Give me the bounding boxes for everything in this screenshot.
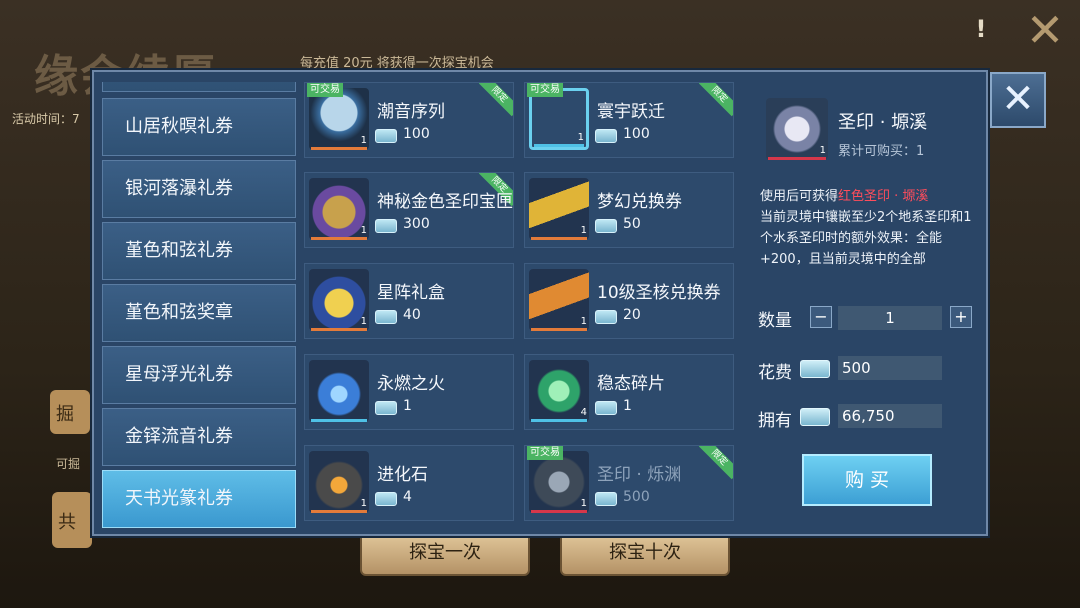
ticket-icon xyxy=(595,129,617,143)
sidebar-item-0[interactable] xyxy=(102,82,296,92)
purchase-limit: 累计可购买：1 xyxy=(838,144,925,159)
limited-badge: 限定 xyxy=(479,83,513,117)
cost-value: 500 xyxy=(838,356,942,380)
sidebar-item-jinse-medal[interactable]: 堇色和弦奖章 xyxy=(102,284,296,342)
item-name: 寰宇跃迁 xyxy=(597,102,665,122)
item-price: 1 xyxy=(403,398,412,414)
dig-button[interactable]: 掘 xyxy=(50,390,90,434)
ticket-icon xyxy=(595,401,617,415)
close-icon[interactable]: ✕ xyxy=(990,72,1046,128)
item-cell[interactable]: 1 可交易 限定 圣印 · 烁渊 500 xyxy=(524,445,734,521)
item-cell[interactable]: 1 可交易 限定 寰宇跃迁 100 xyxy=(524,82,734,158)
sidebar-item-jinduo[interactable]: 金铎流音礼券 xyxy=(102,408,296,466)
item-thumbnail: 1 xyxy=(529,88,589,150)
background-close-icon[interactable]: ✕ xyxy=(1022,7,1068,54)
item-name: 星阵礼盒 xyxy=(377,283,445,303)
item-thumbnail: 1 xyxy=(529,178,589,240)
sidebar-item-shanju[interactable]: 山居秋暝礼券 xyxy=(102,98,296,156)
item-price: 100 xyxy=(403,126,430,142)
explore-ten-button[interactable]: 探宝十次 xyxy=(560,530,730,576)
item-cell[interactable]: 1 10级圣核兑换券 20 xyxy=(524,263,734,339)
item-description: 使用后可获得红色圣印 · 塬溪 当前灵境中镶嵌至少2个地系圣印和1个水系圣印时的额… xyxy=(760,189,972,267)
sidebar-item-tianshu[interactable]: 天书光篆礼券 xyxy=(102,470,296,528)
owned-value: 66,750 xyxy=(838,404,942,428)
tradeable-badge: 可交易 xyxy=(527,83,563,97)
item-cell[interactable]: 4 稳态碎片 1 xyxy=(524,354,734,430)
item-cell[interactable]: 1 可交易 限定 潮音序列 100 xyxy=(304,82,514,158)
item-price: 300 xyxy=(403,216,430,232)
detail-count: 1 xyxy=(819,145,826,156)
alert-icon[interactable]: ! xyxy=(966,14,996,44)
ticket-icon xyxy=(800,408,830,426)
item-thumbnail: 1 xyxy=(309,178,369,240)
reward-highlight: 红色圣印 · 塬溪 xyxy=(838,189,929,204)
ticket-icon xyxy=(595,219,617,233)
dig-note: 可掘 xyxy=(56,457,81,471)
item-name: 10级圣核兑换券 xyxy=(597,283,721,303)
item-thumbnail: 1 xyxy=(529,451,589,513)
ticket-icon xyxy=(595,492,617,506)
item-price: 4 xyxy=(403,489,412,505)
ticket-icon xyxy=(375,129,397,143)
quantity-field[interactable]: 1 xyxy=(838,306,942,330)
item-thumbnail: 1 xyxy=(309,88,369,150)
item-cell[interactable]: 1 梦幻兑换券 50 xyxy=(524,172,734,248)
cost-label: 花费 xyxy=(758,363,792,383)
item-name: 进化石 xyxy=(377,465,428,485)
item-name: 梦幻兑换券 xyxy=(597,192,682,212)
item-price: 1 xyxy=(623,398,632,414)
item-name: 永燃之火 xyxy=(377,374,445,394)
item-detail-panel: 1 圣印 · 塬溪 累计可购买：1 使用后可获得红色圣印 · 塬溪 当前灵境中镶嵌… xyxy=(744,82,980,528)
ticket-icon xyxy=(375,310,397,324)
ticket-icon xyxy=(375,492,397,506)
item-cell[interactable]: 1 进化石 4 xyxy=(304,445,514,521)
item-name: 神秘金色圣印宝匣 xyxy=(377,192,513,212)
item-cell[interactable]: 1 星阵礼盒 40 xyxy=(304,263,514,339)
item-price: 100 xyxy=(623,126,650,142)
item-price: 40 xyxy=(403,307,421,323)
ticket-icon xyxy=(375,401,397,415)
item-name: 圣印 · 烁渊 xyxy=(597,465,682,485)
item-name: 潮音序列 xyxy=(377,102,445,122)
buy-button[interactable]: 购 买 xyxy=(802,454,932,506)
quantity-plus-button[interactable]: + xyxy=(950,306,972,328)
item-thumbnail: 1 xyxy=(529,269,589,331)
ticket-icon xyxy=(800,360,830,378)
event-time: 活动时间：7 xyxy=(12,112,80,126)
limited-badge: 限定 xyxy=(699,446,733,480)
tradeable-badge: 可交易 xyxy=(527,446,563,460)
item-price: 500 xyxy=(623,489,650,505)
item-cell[interactable]: 永燃之火 1 xyxy=(304,354,514,430)
item-thumbnail xyxy=(309,360,369,422)
detail-item-name: 圣印 · 塬溪 xyxy=(838,112,928,133)
ticket-icon xyxy=(595,310,617,324)
ticket-icon xyxy=(375,219,397,233)
quantity-minus-button[interactable]: − xyxy=(810,306,832,328)
sidebar-item-yinhe[interactable]: 银河落瀑礼券 xyxy=(102,160,296,218)
item-price: 50 xyxy=(623,216,641,232)
sidebar-item-xingmu[interactable]: 星母浮光礼券 xyxy=(102,346,296,404)
total-label: 共 xyxy=(52,492,92,548)
charge-note: 每充值 20元 将获得一次探宝机会 xyxy=(300,56,494,71)
item-cell[interactable]: 1 限定 神秘金色圣印宝匣 300 xyxy=(304,172,514,248)
quantity-label: 数量 xyxy=(758,311,792,331)
item-thumbnail: 1 xyxy=(309,451,369,513)
sidebar-item-jinse[interactable]: 堇色和弦礼券 xyxy=(102,222,296,280)
detail-thumbnail: 1 xyxy=(766,98,828,160)
item-thumbnail: 4 xyxy=(529,360,589,422)
item-price: 20 xyxy=(623,307,641,323)
item-thumbnail: 1 xyxy=(309,269,369,331)
item-name: 稳态碎片 xyxy=(597,374,665,394)
owned-label: 拥有 xyxy=(758,411,792,431)
limited-badge: 限定 xyxy=(699,83,733,117)
item-grid: 1 可交易 限定 潮音序列 100 1 可交易 限定 寰宇跃迁 100 1 限定… xyxy=(304,82,736,528)
explore-once-button[interactable]: 探宝一次 xyxy=(360,530,530,576)
tradeable-badge: 可交易 xyxy=(307,83,343,97)
category-sidebar: 山居秋暝礼券 银河落瀑礼券 堇色和弦礼券 堇色和弦奖章 星母浮光礼券 金铎流音礼… xyxy=(102,82,296,528)
shop-modal: 山居秋暝礼券 银河落瀑礼券 堇色和弦礼券 堇色和弦奖章 星母浮光礼券 金铎流音礼… xyxy=(92,70,988,536)
